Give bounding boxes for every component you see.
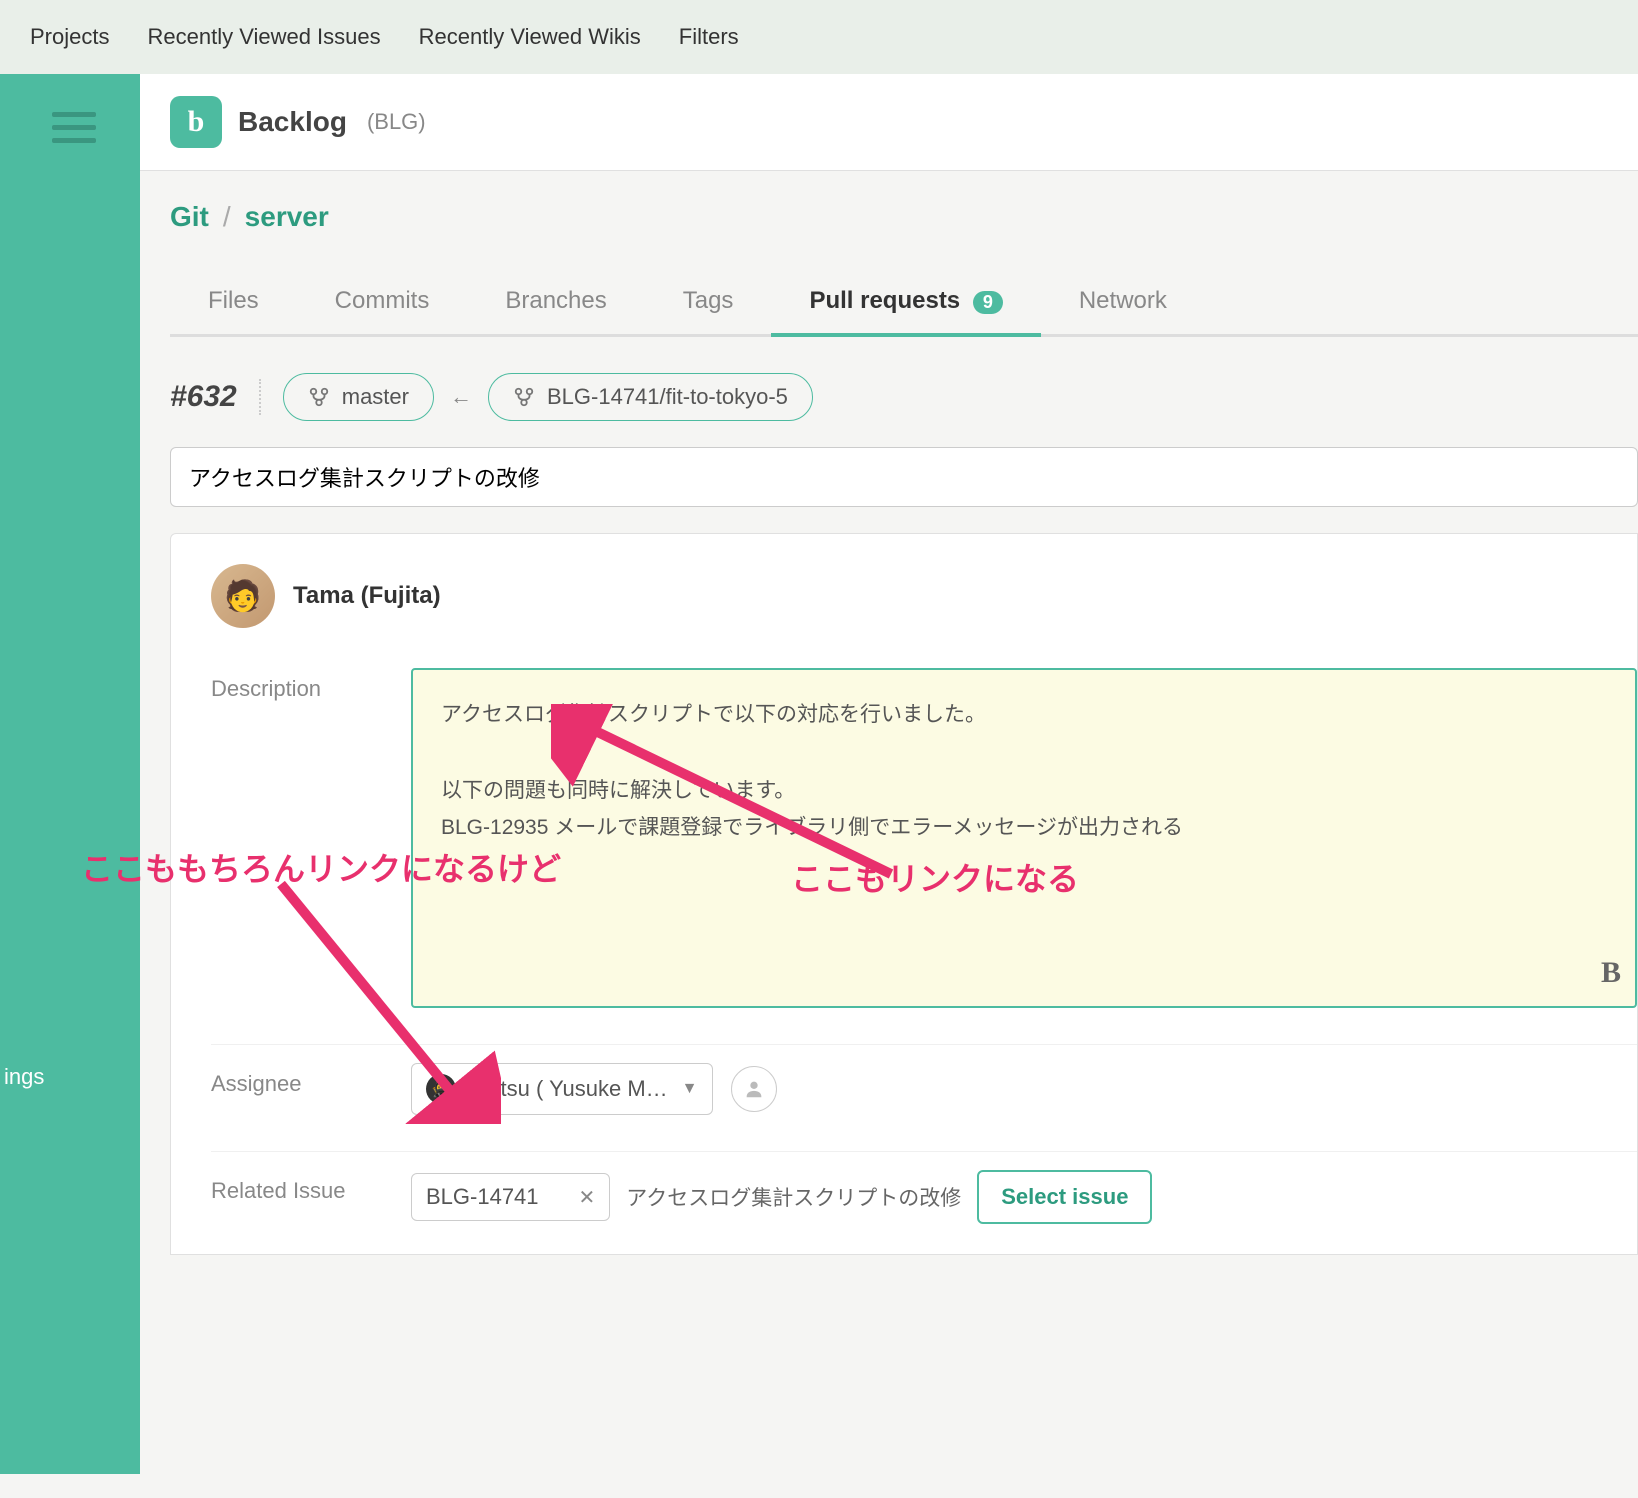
related-issue-title: アクセスログ集計スクリプトの改修	[626, 1182, 961, 1212]
tab-files[interactable]: Files	[170, 273, 297, 334]
pr-count-badge: 9	[973, 291, 1003, 314]
project-name[interactable]: Backlog	[238, 106, 347, 138]
assign-me-button[interactable]	[731, 1066, 777, 1112]
select-issue-button[interactable]: Select issue	[977, 1170, 1152, 1224]
divider	[259, 379, 261, 415]
pr-number: #632	[170, 380, 237, 414]
breadcrumb-sep: /	[223, 201, 231, 233]
pr-form-card: 🧑 Tama (Fujita) Description アクセスログ集計スクリプ…	[170, 533, 1638, 1255]
nav-projects[interactable]: Projects	[30, 24, 109, 50]
tab-branches[interactable]: Branches	[467, 273, 644, 334]
nav-recent-wikis[interactable]: Recently Viewed Wikis	[419, 24, 641, 50]
menu-toggle-icon[interactable]	[0, 74, 140, 143]
project-header: b Backlog (BLG)	[140, 74, 1638, 171]
person-icon	[743, 1078, 765, 1100]
tab-tags[interactable]: Tags	[645, 273, 772, 334]
author-name: Tama (Fujita)	[293, 582, 441, 610]
source-branch[interactable]: BLG-14741/fit-to-tokyo-5	[488, 373, 813, 421]
tab-network[interactable]: Network	[1041, 273, 1205, 334]
project-key: (BLG)	[367, 109, 426, 135]
breadcrumb-git[interactable]: Git	[170, 201, 209, 233]
bold-icon[interactable]: B	[1601, 946, 1621, 1000]
branch-icon	[513, 386, 535, 408]
assignee-label: Assignee	[211, 1063, 411, 1097]
breadcrumb-repo[interactable]: server	[245, 201, 329, 233]
pr-title-input[interactable]	[170, 447, 1638, 507]
arrow-left-icon: ←	[450, 384, 472, 410]
target-branch[interactable]: master	[283, 373, 434, 421]
sidebar-item-label[interactable]: ings	[0, 1064, 44, 1090]
author-avatar: 🧑	[211, 564, 275, 628]
description-textarea[interactable]: アクセスログ集計スクリプトで以下の対応を行いました。 以下の問題も同時に解決して…	[411, 668, 1637, 1008]
remove-issue-icon[interactable]: ✕	[579, 1185, 596, 1210]
branch-icon	[308, 386, 330, 408]
breadcrumb: Git / server	[170, 201, 1638, 233]
assignee-avatar-icon: 🥷	[426, 1074, 456, 1104]
pr-meta-row: #632 master ← BLG-14741/fit-to-tokyo-5	[170, 373, 1638, 421]
nav-recent-issues[interactable]: Recently Viewed Issues	[147, 24, 380, 50]
assignee-select[interactable]: 🥷 matsu ( Yusuke M… ▼	[411, 1063, 713, 1115]
related-issue-label: Related Issue	[211, 1170, 411, 1204]
tab-commits[interactable]: Commits	[297, 273, 468, 334]
related-issue-chip: BLG-14741 ✕	[411, 1173, 610, 1221]
project-icon: b	[170, 96, 222, 148]
nav-filters[interactable]: Filters	[679, 24, 739, 50]
related-issue-key[interactable]: BLG-14741	[426, 1184, 539, 1210]
tab-pull-requests[interactable]: Pull requests 9	[771, 273, 1040, 337]
top-nav: Projects Recently Viewed Issues Recently…	[0, 0, 1638, 74]
description-label: Description	[211, 668, 411, 702]
repo-tabs: Files Commits Branches Tags Pull request…	[170, 273, 1638, 337]
chevron-down-icon: ▼	[682, 1080, 698, 1098]
left-sidebar: ings	[0, 74, 140, 1474]
